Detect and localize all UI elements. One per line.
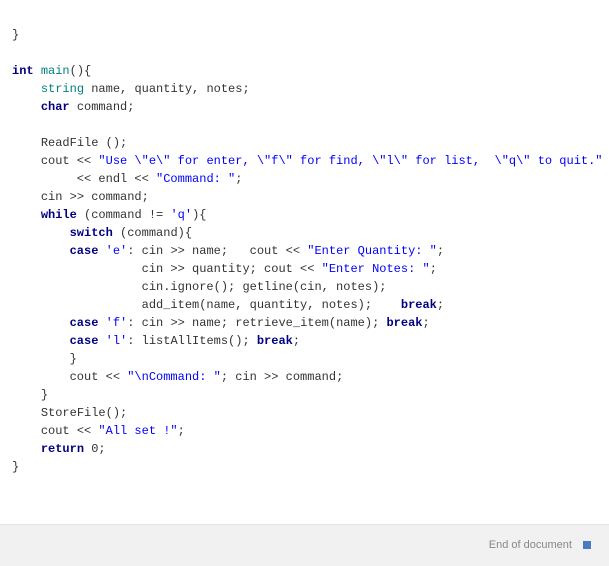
chr-l: 'l': [106, 334, 128, 348]
cout-cont: << endl <<: [12, 172, 156, 186]
chr-q: 'q': [170, 208, 192, 222]
case-e-part4: add_item(name, quantity, notes);: [142, 298, 401, 312]
brace: ){: [192, 208, 206, 222]
semi: ;: [430, 262, 437, 276]
kw-case: case: [70, 334, 99, 348]
str-usage: "Use \"e\" for enter, \"f\" for find, \"…: [98, 154, 602, 168]
kw-case: case: [70, 244, 99, 258]
str-ncommand: "\nCommand: ": [127, 370, 221, 384]
semi: ;: [293, 334, 300, 348]
case-l: : listAllItems();: [127, 334, 257, 348]
str-enter-notes: "Enter Notes: ": [322, 262, 430, 276]
chr-e: 'e': [106, 244, 128, 258]
semi: ;: [178, 424, 185, 438]
str-command: "Command: ": [156, 172, 235, 186]
call-storefile: StoreFile();: [41, 406, 127, 420]
kw-string: string: [41, 82, 84, 96]
cout: cout <<: [41, 424, 99, 438]
footer: End of document: [0, 524, 609, 566]
semi: ;: [235, 172, 242, 186]
brace: }: [12, 28, 19, 42]
var-decl: name, quantity, notes;: [84, 82, 250, 96]
kw-break: break: [401, 298, 437, 312]
semi: ;: [423, 316, 430, 330]
cout: cout <<: [41, 154, 99, 168]
paren: (){: [70, 64, 92, 78]
case-e-part3: cin.ignore(); getline(cin, notes);: [142, 280, 387, 294]
str-enter-qty: "Enter Quantity: ": [307, 244, 437, 258]
semi: ;: [437, 244, 444, 258]
case-e-part2: cin >> quantity; cout <<: [142, 262, 322, 276]
end-marker-icon: [583, 541, 591, 549]
kw-case: case: [70, 316, 99, 330]
footer-text: End of document: [489, 539, 572, 551]
cout: cout <<: [70, 370, 128, 384]
code-block: } int main(){ string name, quantity, not…: [0, 0, 609, 484]
while-cond: (command !=: [77, 208, 171, 222]
kw-return: return: [41, 442, 84, 456]
call-readfile: ReadFile ();: [41, 136, 127, 150]
func-main: main: [41, 64, 70, 78]
var-decl: command;: [70, 100, 135, 114]
kw-int: int: [12, 64, 34, 78]
brace: }: [12, 460, 19, 474]
semi: ;: [437, 298, 444, 312]
chr-f: 'f': [106, 316, 128, 330]
case-f: : cin >> name; retrieve_item(name);: [127, 316, 386, 330]
brace: }: [70, 352, 77, 366]
case-e-part1: : cin >> name; cout <<: [127, 244, 307, 258]
cin-line: cin >> command;: [41, 190, 149, 204]
brace: }: [41, 388, 48, 402]
kw-switch: switch: [70, 226, 113, 240]
kw-break: break: [257, 334, 293, 348]
cin-line: ; cin >> command;: [221, 370, 343, 384]
kw-char: char: [41, 100, 70, 114]
str-allset: "All set !": [98, 424, 177, 438]
ret-val: 0;: [84, 442, 106, 456]
kw-break: break: [386, 316, 422, 330]
switch-cond: (command){: [113, 226, 192, 240]
kw-while: while: [41, 208, 77, 222]
